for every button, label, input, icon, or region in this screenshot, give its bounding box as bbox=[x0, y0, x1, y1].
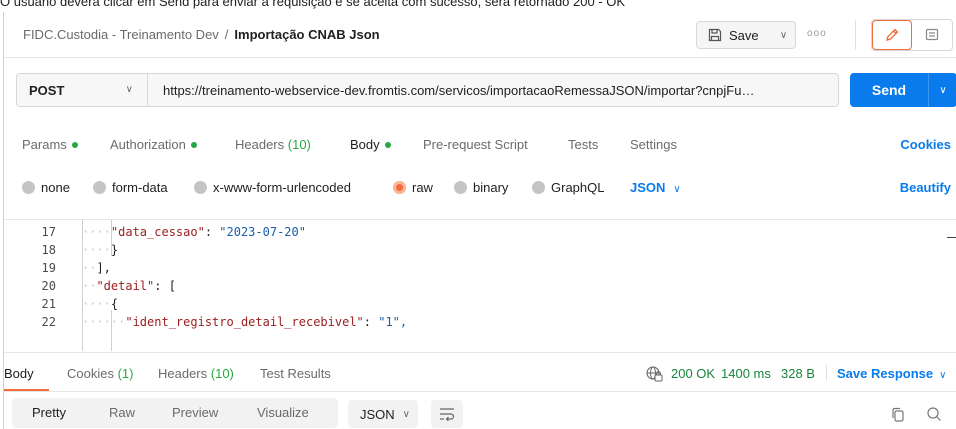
postman-window: FIDC.Custodia - Treinamento Dev / Importaç… bbox=[3, 12, 956, 429]
line-number: 19 bbox=[41, 261, 56, 275]
radio-circle bbox=[93, 181, 106, 194]
view-visualize[interactable]: Visualize bbox=[257, 405, 309, 420]
tab-body[interactable]: Body bbox=[350, 137, 391, 152]
breadcrumb-separator: / bbox=[224, 27, 229, 42]
chevron-down-icon: ∨ bbox=[779, 29, 788, 41]
response-tab-cookies[interactable]: Cookies (1) bbox=[67, 366, 133, 381]
request-url-bar: POST ∨ https://treinamento-webservice-de… bbox=[16, 73, 839, 107]
wrap-lines-icon bbox=[440, 408, 455, 421]
code-line: ····{ bbox=[82, 297, 119, 311]
chevron-down-icon: ∨ bbox=[125, 84, 133, 95]
wrap-lines-button[interactable] bbox=[431, 400, 463, 428]
save-button-label: Save bbox=[729, 27, 759, 43]
copy-icon[interactable] bbox=[891, 407, 905, 423]
documentation-mode-button[interactable] bbox=[912, 20, 952, 50]
view-pretty[interactable]: Pretty bbox=[32, 405, 66, 420]
line-number: 21 bbox=[41, 297, 56, 311]
radio-circle bbox=[454, 181, 467, 194]
radio-binary[interactable]: binary bbox=[454, 180, 508, 195]
divider bbox=[826, 365, 827, 381]
radio-circle bbox=[194, 181, 207, 194]
url-input[interactable]: https://treinamento-webservice-dev.fromt… bbox=[163, 83, 831, 98]
save-icon bbox=[708, 28, 722, 42]
request-header-bar: FIDC.Custodia - Treinamento Dev / Importaç… bbox=[4, 12, 956, 58]
status-dot-icon bbox=[71, 141, 78, 148]
chevron-down-icon: ∨ bbox=[673, 184, 681, 195]
chevron-down-icon: ∨ bbox=[402, 408, 410, 420]
tab-params[interactable]: Params bbox=[22, 137, 78, 152]
response-view-selector: Pretty Raw Preview Visualize bbox=[12, 398, 338, 428]
page-caption: O usuário deverá clicar em Send para env… bbox=[0, 0, 626, 9]
line-number-gutter: 17 18 19 20 21 22 bbox=[4, 220, 64, 351]
radio-circle bbox=[22, 181, 35, 194]
beautify-button[interactable]: Beautify bbox=[900, 180, 951, 195]
response-language-select[interactable]: JSON ∨ bbox=[348, 400, 418, 428]
divider bbox=[855, 20, 856, 50]
response-tab-test-results[interactable]: Test Results bbox=[260, 366, 331, 381]
code-content: ····"data_cessao": "2023-07-20" ····} ··… bbox=[82, 220, 942, 351]
radio-none[interactable]: none bbox=[22, 180, 70, 195]
tab-tests[interactable]: Tests bbox=[568, 137, 598, 152]
radio-form-data[interactable]: form-data bbox=[93, 180, 168, 195]
method-select[interactable]: POST ∨ bbox=[17, 74, 148, 106]
response-format-bar: Pretty Raw Preview Visualize JSON ∨ bbox=[4, 393, 956, 429]
body-language-select[interactable]: JSON ∨ bbox=[630, 180, 681, 195]
radio-raw[interactable]: raw bbox=[393, 180, 433, 195]
radio-circle-selected bbox=[393, 181, 406, 194]
chevron-down-icon: ∨ bbox=[939, 370, 947, 381]
line-number: 20 bbox=[41, 279, 56, 293]
tab-pre-request-script[interactable]: Pre-request Script bbox=[423, 137, 528, 152]
code-line: ··], bbox=[82, 261, 111, 275]
response-size[interactable]: 328 B bbox=[781, 366, 815, 381]
save-button[interactable]: Save bbox=[696, 21, 773, 49]
tab-headers[interactable]: Headers (10) bbox=[235, 137, 311, 152]
body-type-selector: none form-data x-www-form-urlencoded raw… bbox=[4, 176, 956, 198]
line-number: 22 bbox=[41, 315, 56, 329]
response-tab-body[interactable]: Body bbox=[4, 366, 34, 381]
radio-urlencoded[interactable]: x-www-form-urlencoded bbox=[194, 180, 351, 195]
save-options-dropdown[interactable]: ∨ bbox=[772, 21, 796, 49]
cookies-link[interactable]: Cookies bbox=[900, 137, 951, 152]
edit-mode-button[interactable] bbox=[872, 20, 912, 50]
send-button-group: Send ∨ bbox=[850, 73, 956, 107]
view-raw[interactable]: Raw bbox=[109, 405, 135, 420]
active-tab-indicator bbox=[4, 389, 49, 391]
code-line: ····} bbox=[82, 243, 119, 257]
pencil-icon bbox=[886, 28, 899, 41]
editor-scrollbar[interactable] bbox=[947, 237, 956, 238]
send-button[interactable]: Send bbox=[850, 82, 928, 98]
send-options-chevron-icon[interactable]: ∨ bbox=[929, 85, 956, 96]
response-tab-headers[interactable]: Headers (10) bbox=[158, 366, 234, 381]
line-number: 18 bbox=[41, 243, 56, 257]
method-value: POST bbox=[29, 82, 65, 98]
code-editor[interactable]: 17 18 19 20 21 22 ····"data_cessao": "20… bbox=[4, 219, 956, 351]
code-line: ··"detail": [ bbox=[82, 279, 176, 293]
response-tabs: Body Cookies (1) Headers (10) Test Resul… bbox=[4, 352, 956, 392]
response-status[interactable]: 200 OK bbox=[671, 366, 715, 381]
status-dot-icon bbox=[190, 141, 197, 148]
save-response-button[interactable]: Save Response ∨ bbox=[837, 366, 946, 381]
search-icon[interactable] bbox=[926, 406, 942, 422]
breadcrumb-request-name[interactable]: Importação CNAB Json bbox=[234, 27, 379, 42]
status-dot-icon bbox=[384, 141, 391, 148]
breadcrumb: FIDC.Custodia - Treinamento Dev / Importaç… bbox=[23, 27, 380, 42]
radio-graphql[interactable]: GraphQL bbox=[532, 180, 604, 195]
view-mode-toggle bbox=[871, 19, 953, 51]
radio-circle bbox=[532, 181, 545, 194]
view-preview[interactable]: Preview bbox=[172, 405, 218, 420]
response-time[interactable]: 1400 ms bbox=[721, 366, 771, 381]
request-tabs: Params Authorization Headers (10) Body P… bbox=[4, 134, 956, 156]
globe-lock-icon[interactable] bbox=[645, 365, 663, 383]
code-line: ····"data_cessao": "2023-07-20" bbox=[82, 225, 306, 239]
breadcrumb-collection[interactable]: FIDC.Custodia - Treinamento Dev bbox=[23, 27, 219, 42]
tab-authorization[interactable]: Authorization bbox=[110, 137, 197, 152]
code-line: ······"ident_registro_detail_recebivel":… bbox=[82, 315, 408, 329]
comment-icon bbox=[925, 28, 939, 41]
line-number: 17 bbox=[41, 225, 56, 239]
more-options-icon[interactable]: ooo bbox=[807, 28, 827, 39]
tab-settings[interactable]: Settings bbox=[630, 137, 677, 152]
